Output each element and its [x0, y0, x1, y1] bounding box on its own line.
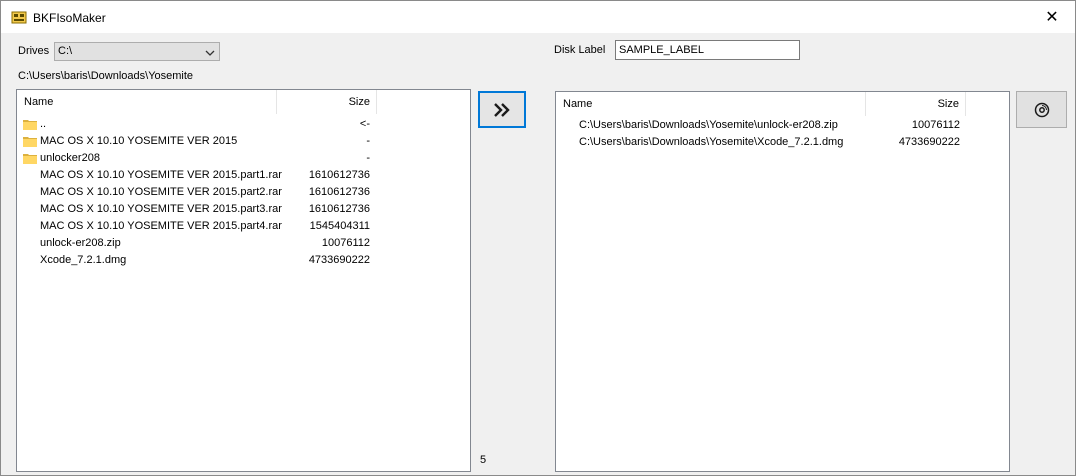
file-name: MAC OS X 10.10 YOSEMITE VER 2015.part1.r… [40, 169, 282, 181]
file-name: MAC OS X 10.10 YOSEMITE VER 2015.part3.r… [40, 203, 282, 215]
file-size: 4733690222 [308, 254, 370, 266]
double-chevron-right-icon [494, 102, 510, 117]
folder-row[interactable]: .. <- [17, 116, 377, 133]
close-icon: ✕ [1045, 9, 1059, 26]
file-row[interactable]: MAC OS X 10.10 YOSEMITE VER 2015.part1.r… [17, 167, 377, 184]
file-name: MAC OS X 10.10 YOSEMITE VER 2015 [40, 135, 238, 147]
file-name: .. [40, 118, 47, 130]
folder-row[interactable]: MAC OS X 10.10 YOSEMITE VER 2015 - [17, 133, 377, 150]
file-name: MAC OS X 10.10 YOSEMITE VER 2015.part4.r… [40, 220, 282, 232]
column-header-name[interactable]: Name [17, 90, 277, 114]
file-row[interactable]: Xcode_7.2.1.dmg 4733690222 [17, 252, 377, 269]
file-size: <- [359, 118, 370, 130]
file-name: MAC OS X 10.10 YOSEMITE VER 2015.part2.r… [40, 186, 282, 198]
file-size: 1610612736 [308, 169, 370, 181]
folder-row[interactable]: unlocker208 - [17, 150, 377, 167]
title-bar: BKFIsoMaker ✕ [1, 1, 1075, 33]
file-size: 10076112 [321, 237, 370, 249]
file-size: 10076112 [911, 119, 960, 131]
file-name: unlocker208 [40, 152, 100, 164]
drives-label: Drives [18, 45, 50, 57]
iso-file-row[interactable]: C:\Users\baris\Downloads\Yosemite\unlock… [556, 117, 966, 134]
list-header: Name Size [556, 92, 1009, 116]
source-file-list[interactable]: Name Size .. <- MAC OS X 10.10 YOSEMITE VE… [16, 89, 471, 472]
item-count: 5 [480, 454, 487, 466]
file-name: unlock-er208.zip [40, 237, 121, 249]
add-files-button[interactable] [478, 91, 526, 128]
file-size: 4733690222 [898, 136, 960, 148]
burn-iso-button[interactable] [1016, 91, 1067, 128]
list-header: Name Size [17, 90, 470, 114]
column-header-name[interactable]: Name [556, 92, 866, 116]
iso-file-list[interactable]: Name Size C:\Users\baris\Downloads\Yosem… [555, 91, 1010, 472]
folder-icon [23, 137, 37, 147]
disk-label-caption: Disk Label [554, 44, 606, 56]
file-size: 1610612736 [308, 203, 370, 215]
iso-file-row[interactable]: C:\Users\baris\Downloads\Yosemite\Xcode_… [556, 134, 966, 151]
window-title: BKFIsoMaker [33, 11, 106, 25]
column-header-size[interactable]: Size [277, 90, 377, 114]
drives-selected: C:\ [58, 45, 73, 57]
drives-dropdown[interactable]: C:\ [54, 42, 220, 61]
file-path: C:\Users\baris\Downloads\Yosemite\Xcode_… [579, 136, 844, 148]
file-size: 1610612736 [308, 186, 370, 198]
column-header-size[interactable]: Size [866, 92, 966, 116]
app-icon [11, 11, 27, 24]
folder-icon [23, 154, 37, 164]
app-window: BKFIsoMaker ✕ Drives C:\ C:\Users\baris\… [0, 0, 1076, 476]
file-size: - [366, 135, 370, 147]
file-size: 1545404311 [309, 220, 370, 232]
folder-icon [23, 120, 37, 130]
file-name: Xcode_7.2.1.dmg [40, 254, 127, 266]
file-path: C:\Users\baris\Downloads\Yosemite\unlock… [579, 119, 838, 131]
file-row[interactable]: MAC OS X 10.10 YOSEMITE VER 2015.part4.r… [17, 218, 377, 235]
current-path: C:\Users\baris\Downloads\Yosemite [18, 70, 194, 82]
disk-label-input[interactable] [615, 40, 800, 60]
file-row[interactable]: MAC OS X 10.10 YOSEMITE VER 2015.part3.r… [17, 201, 377, 218]
disc-icon [1034, 102, 1049, 117]
file-row[interactable]: unlock-er208.zip 10076112 [17, 235, 377, 252]
file-size: - [366, 152, 370, 164]
chevron-down-icon [205, 48, 215, 60]
close-button[interactable]: ✕ [1029, 1, 1075, 33]
file-row[interactable]: MAC OS X 10.10 YOSEMITE VER 2015.part2.r… [17, 184, 377, 201]
